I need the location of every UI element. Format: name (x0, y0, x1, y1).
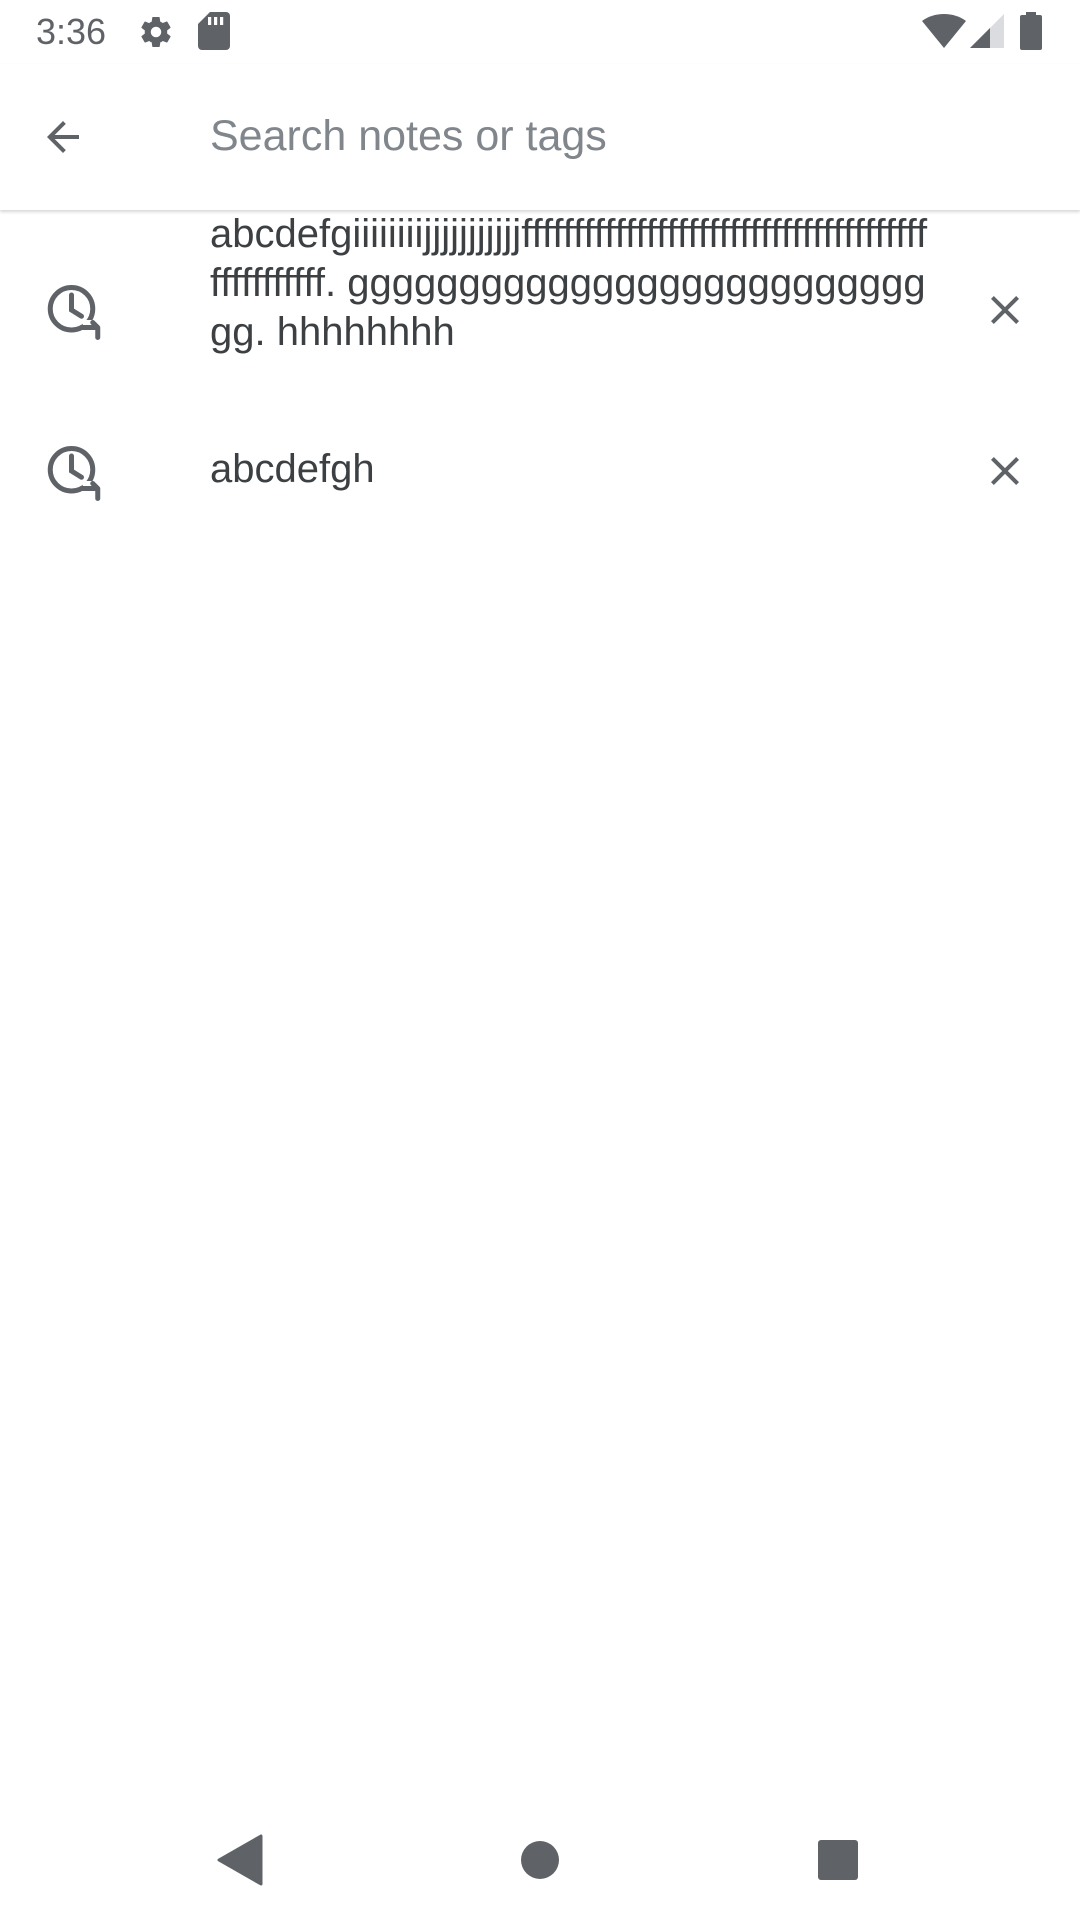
list-item[interactable]: abcdefgh (0, 407, 1080, 535)
recents-square-icon (818, 1840, 858, 1880)
back-triangle-icon (217, 1834, 263, 1886)
suggestion-text: abcdefgiiiiiiiijjjjjjjjjjjffffffffffffff… (210, 212, 928, 354)
close-icon (991, 296, 1019, 324)
close-icon (991, 457, 1019, 485)
sd-card-icon (198, 12, 230, 50)
back-button[interactable] (30, 104, 96, 170)
status-bar: 3:36 (0, 0, 1080, 64)
history-icon (47, 285, 101, 340)
remove-suggestion-button[interactable] (972, 438, 1038, 504)
search-toolbar (0, 64, 1080, 210)
cell-signal-icon (970, 14, 1004, 48)
recent-searches-list: abcdefgiiiiiiiijjjjjjjjjjjffffffffffffff… (0, 210, 1080, 535)
search-input[interactable] (210, 100, 1030, 172)
arrow-back-icon (47, 121, 79, 153)
nav-recents-button[interactable] (804, 1826, 872, 1894)
remove-suggestion-button[interactable] (972, 277, 1038, 343)
nav-back-button[interactable] (206, 1826, 274, 1894)
wifi-icon (922, 14, 966, 48)
battery-icon (1020, 12, 1042, 50)
nav-home-button[interactable] (506, 1826, 574, 1894)
list-item[interactable]: abcdefgiiiiiiiijjjjjjjjjjjffffffffffffff… (0, 210, 1080, 412)
settings-icon (141, 17, 171, 48)
navigation-bar (0, 1800, 1080, 1920)
history-icon (47, 446, 101, 501)
suggestion-text: abcdefgh (210, 447, 375, 491)
status-time: 3:36 (36, 11, 107, 52)
home-circle-icon (521, 1841, 559, 1879)
